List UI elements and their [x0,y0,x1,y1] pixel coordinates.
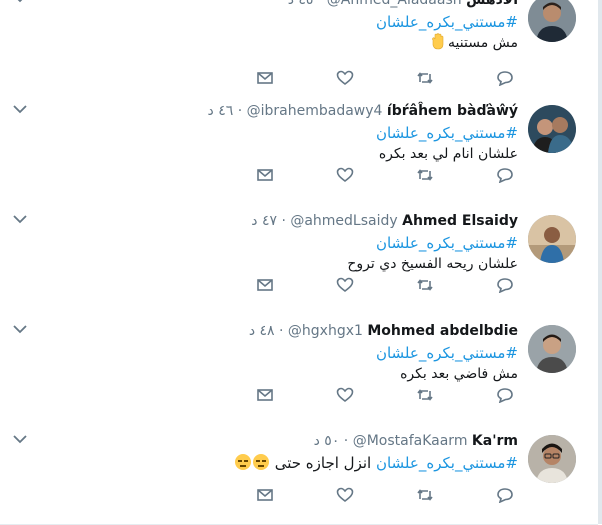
retweet-icon[interactable] [416,167,434,183]
hashtag-link[interactable]: #مستني_بكره_علشان [376,344,518,362]
user-handle[interactable]: @MostafaKaarm [353,433,468,449]
hashtag-link[interactable]: #مستني_بكره_علشان [376,454,518,472]
avatar[interactable] [528,215,576,263]
reply-icon[interactable] [496,487,514,503]
direct-message-icon[interactable] [256,487,274,503]
tweet-text: علشان انام لي بعد بكره [379,144,518,164]
tweet-item[interactable]: الأدهش @Ahmed_Aladaash · ٤٥ د #مستني_بكر… [0,0,598,94]
timestamp[interactable]: ٤٥ د [288,0,314,8]
tweet-item[interactable]: íbŕâĥem bàďàŵý @ibrahembadawy4 · ٤٦ د #م… [0,93,598,204]
display-name[interactable]: Ahmed Elsaidy [402,213,518,229]
tweet-feed: الأدهش @Ahmed_Aladaash · ٤٥ د #مستني_بكر… [0,0,598,525]
direct-message-icon[interactable] [256,387,274,403]
reply-icon[interactable] [496,387,514,403]
retweet-icon[interactable] [416,277,434,293]
chevron-down-icon[interactable] [10,211,30,227]
hashtag-link[interactable]: #مستني_بكره_علشان [376,124,518,142]
tweet-text: علشان ريحه الفسيخ دي تروح [347,254,518,274]
tweet-hashtag-line: #مستني_بكره_علشان [376,233,518,253]
avatar[interactable] [528,105,576,153]
display-name[interactable]: Ka'rm [472,433,518,449]
display-name[interactable]: íbŕâĥem bàďàŵý [387,103,518,119]
retweet-icon[interactable] [416,387,434,403]
separator-dot: · [281,213,286,229]
hashtag-link[interactable]: #مستني_بكره_علشان [376,234,518,252]
separator-dot: · [317,0,323,8]
like-icon[interactable] [336,167,354,183]
timestamp[interactable]: ٤٦ د [208,103,234,119]
user-handle[interactable]: @ahmedLsaidy [290,213,397,229]
tweet-hashtag-line: #مستني_بكره_علشان [376,123,518,143]
tweet-hashtag-line: #مستني_بكره_علشان [376,343,518,363]
tweet-hashtag-line: #مستني_بكره_علشان [376,12,518,32]
scrollbar[interactable] [598,0,602,524]
tweet-actions [256,387,520,403]
user-handle[interactable]: @ibrahembadawy4 [247,103,383,119]
chevron-down-icon[interactable] [10,321,30,337]
tweet-body-text: مش فاضي بعد بكره [400,366,518,382]
chevron-down-icon[interactable] [10,431,30,447]
reply-icon[interactable] [496,277,514,293]
timestamp[interactable]: ٤٨ د [249,323,275,339]
reply-icon[interactable] [496,70,514,86]
separator-dot: · [237,103,243,119]
expressionless-face-emoji-icon [252,454,269,470]
tweet-header: íbŕâĥem bàďàŵý @ibrahembadawy4 · ٤٦ د [208,102,518,120]
display-name[interactable]: Mohmed abdelbdie [367,323,518,339]
raised-hand-emoji-icon [431,33,444,56]
retweet-icon[interactable] [416,70,434,86]
chevron-down-icon[interactable] [10,101,30,117]
tweet-item[interactable]: Ahmed Elsaidy @ahmedLsaidy · ٤٧ د #مستني… [0,203,598,314]
tweet-actions [256,70,520,86]
tweet-actions [256,487,520,503]
like-icon[interactable] [336,387,354,403]
direct-message-icon[interactable] [256,167,274,183]
timestamp[interactable]: ٤٧ د [251,213,277,229]
avatar[interactable] [528,0,576,42]
retweet-icon[interactable] [416,487,434,503]
chevron-down-icon[interactable] [10,0,30,6]
tweet-body-text: علشان انام لي بعد بكره [378,146,518,162]
tweet-actions [256,167,520,183]
tweet-body-text: انزل اجازه حتى [274,454,372,472]
tweet-text: مش فاضي بعد بكره [400,364,518,384]
separator-dot: · [343,433,349,449]
tweet-header: Mohmed abdelbdie @hgxhgx1 · ٤٨ د [249,322,518,340]
tweet-hashtag-line: #مستني_بكره_علشان انزل اجازه حتى [234,453,518,473]
expressionless-face-emoji-icon [234,454,251,470]
user-handle[interactable]: @Ahmed_Aladaash [327,0,462,8]
like-icon[interactable] [336,70,354,86]
tweet-item[interactable]: Mohmed abdelbdie @hgxhgx1 · ٤٨ د #مستني_… [0,313,598,424]
like-icon[interactable] [336,487,354,503]
separator-dot: · [279,323,284,339]
tweet-item[interactable]: Ka'rm @MostafaKaarm · ٥٠ د #مستني_بكره_ع… [0,423,598,525]
tweet-text: مش مستنيه [429,33,518,56]
hashtag-link[interactable]: #مستني_بكره_علشان [376,13,518,31]
direct-message-icon[interactable] [256,277,274,293]
user-handle[interactable]: @hgxhgx1 [288,323,363,339]
tweet-header: Ka'rm @MostafaKaarm · ٥٠ د [314,432,518,450]
display-name[interactable]: الأدهش [466,0,518,8]
tweet-actions [256,277,520,293]
avatar[interactable] [528,435,576,483]
tweet-body-text: علشان ريحه الفسيخ دي تروح [347,256,518,272]
timestamp[interactable]: ٥٠ د [314,433,340,449]
tweet-header: Ahmed Elsaidy @ahmedLsaidy · ٤٧ د [251,212,518,230]
avatar[interactable] [528,325,576,373]
like-icon[interactable] [336,277,354,293]
reply-icon[interactable] [496,167,514,183]
direct-message-icon[interactable] [256,70,274,86]
tweet-body-text: مش مستنيه [448,35,518,51]
tweet-header: الأدهش @Ahmed_Aladaash · ٤٥ د [288,0,518,9]
